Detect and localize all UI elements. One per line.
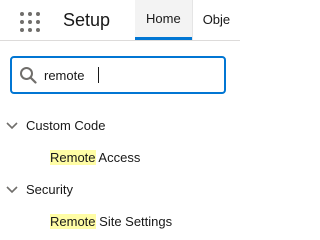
search-icon [20, 67, 37, 84]
launcher-dot [36, 28, 40, 32]
chevron-down-icon [6, 186, 18, 194]
chevron-down-icon [6, 122, 18, 130]
tree-group-label: Custom Code [26, 118, 106, 133]
launcher-dot [36, 20, 40, 24]
tree-item-label-rest: Access [95, 150, 141, 165]
launcher-dot [28, 12, 32, 16]
app-title: Setup [63, 10, 111, 30]
launcher-dot [20, 20, 24, 24]
launcher-dot [20, 12, 24, 16]
app-launcher-icon[interactable] [20, 12, 40, 32]
quick-find-box [10, 56, 226, 94]
tree-item-label-rest: Site Settings [95, 214, 173, 229]
launcher-dot [28, 20, 32, 24]
tab-object-manager[interactable]: Obje [191, 0, 240, 40]
search-match-highlight: Remote [50, 150, 96, 165]
tree-item-label: Remote Site Settings [50, 206, 172, 238]
tree-group-custom-code[interactable]: Custom Code [0, 110, 240, 142]
launcher-dot [20, 28, 24, 32]
setup-tree: Custom Code Remote Access Security Remot… [0, 110, 240, 238]
launcher-dot [36, 12, 40, 16]
tree-group-security[interactable]: Security [0, 174, 240, 206]
quick-find-input[interactable] [44, 65, 214, 85]
search-match-highlight: Remote [50, 214, 96, 229]
tab-home[interactable]: Home [135, 0, 192, 40]
tree-group-label: Security [26, 182, 73, 197]
launcher-dot [28, 28, 32, 32]
tab-bar: Home Obje [135, 0, 240, 40]
tree-item-remote-site-settings[interactable]: Remote Site Settings [0, 206, 240, 238]
text-caret [98, 67, 99, 83]
tree-item-label: Remote Access [50, 142, 140, 174]
global-header: Setup Home Obje [0, 0, 240, 41]
tree-item-remote-access[interactable]: Remote Access [0, 142, 240, 174]
